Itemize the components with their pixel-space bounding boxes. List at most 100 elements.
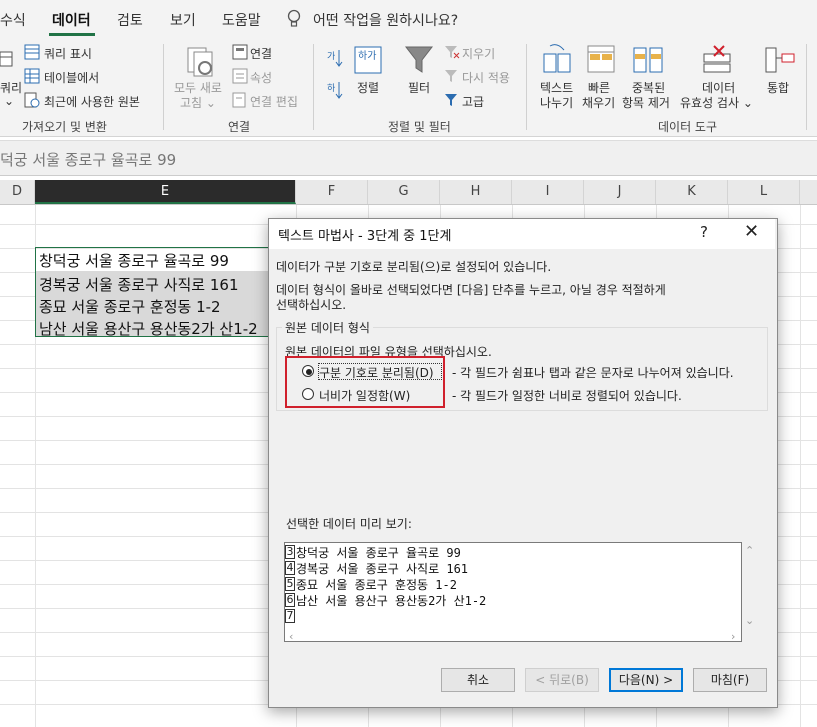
group-divider: [163, 44, 164, 130]
clear-button[interactable]: 지우기: [462, 45, 495, 62]
tab-formulas[interactable]: 수식: [0, 10, 26, 30]
dialog-title: 텍스트 마법사 - 3단계 중 1단계: [278, 229, 452, 244]
sort-dialog-icon: 하가: [354, 46, 382, 77]
sort-za-icon[interactable]: 하: [326, 80, 344, 103]
consolidate-button[interactable]: 통합: [767, 79, 789, 96]
column-header-h[interactable]: H: [440, 180, 512, 204]
data-validation-icon: [702, 44, 734, 79]
radio-selected-dot: [306, 369, 312, 375]
column-header-d[interactable]: D: [0, 180, 35, 204]
tab-data[interactable]: 데이터: [52, 10, 91, 30]
recent-sources-button[interactable]: 최근에 사용한 원본: [44, 93, 140, 110]
preview-label: 선택한 데이터 미리 보기:: [286, 517, 412, 531]
svg-text:하: 하: [327, 83, 336, 94]
preview-row-number: 7: [285, 609, 295, 623]
tab-view[interactable]: 보기: [170, 10, 196, 30]
column-header-i[interactable]: I: [512, 180, 584, 204]
refresh-all-dropdown[interactable]: 고침 ⌄: [180, 94, 216, 111]
lightbulb-icon: [286, 9, 302, 32]
group-label-get-transform: 가져오기 및 변환: [22, 120, 107, 134]
column-header-f[interactable]: F: [296, 180, 368, 204]
preview-row-text: 남산 서울 용산구 용산동2가 산1-2: [296, 594, 487, 608]
cell-e4[interactable]: 경복궁 서울 종로구 사직로 161: [39, 274, 295, 295]
radio-delimited-description: - 각 필드가 쉼표나 탭과 같은 문자로 나누어져 있습니다.: [452, 366, 734, 380]
from-table-button[interactable]: 테이블에서: [44, 69, 99, 86]
radio-delimited[interactable]: [302, 365, 314, 377]
active-tab-indicator: [49, 33, 95, 36]
scroll-right-icon[interactable]: ›: [731, 630, 735, 643]
remove-duplicates-icon: [632, 44, 664, 79]
table-icon: [24, 68, 40, 87]
group-divider: [526, 44, 527, 130]
flash-fill-icon: [586, 44, 616, 79]
radio-delimited-label[interactable]: 구분 기호로 분리됨(D): [319, 364, 434, 381]
tell-me-search[interactable]: 어떤 작업을 원하시나요?: [313, 10, 458, 30]
cell-e6[interactable]: 남산 서울 용산구 용산동2가 산1-2: [39, 318, 268, 339]
preview-row-text: 창덕궁 서울 종로구 율곡로 99: [296, 546, 461, 560]
group-label-sort-filter: 정렬 및 필터: [388, 120, 451, 134]
close-icon[interactable]: ✕: [744, 221, 759, 242]
chevron-down-icon: ⌄: [4, 94, 15, 108]
help-icon[interactable]: ?: [700, 223, 708, 241]
advanced-filter-icon: [444, 92, 460, 111]
dialog-info-line3: 선택하십시오.: [276, 298, 347, 312]
text-to-columns-icon: [542, 44, 572, 79]
preview-row-text: 종묘 서울 종로구 훈정동 1-2: [296, 578, 457, 592]
consolidate-icon: [764, 44, 796, 79]
column-header-l[interactable]: L: [728, 180, 800, 204]
svg-text:하가: 하가: [358, 49, 376, 62]
advanced-button[interactable]: 고급: [462, 93, 484, 110]
column-header-g[interactable]: G: [368, 180, 440, 204]
reapply-button[interactable]: 다시 적용: [462, 69, 510, 86]
sort-button[interactable]: 정렬: [357, 79, 379, 96]
cell-e3[interactable]: 창덕궁 서울 종로구 율곡로 99: [39, 250, 295, 271]
properties-button[interactable]: 속성: [250, 69, 272, 86]
scroll-down-icon[interactable]: ⌄: [745, 614, 754, 627]
column-header-j[interactable]: J: [584, 180, 656, 204]
preview-row-number: 6: [285, 593, 295, 607]
group-title: 원본 데이터 형식: [282, 319, 373, 336]
text-to-columns-label-2: 나누기: [540, 96, 574, 110]
sort-az-icon[interactable]: 가: [326, 48, 344, 71]
show-queries-button[interactable]: 쿼리 표시: [44, 45, 92, 62]
column-header-k[interactable]: K: [656, 180, 728, 204]
group-label-connections: 연결: [228, 120, 251, 134]
tab-review[interactable]: 검토: [117, 10, 143, 30]
column-header-e[interactable]: E: [35, 180, 296, 204]
cell-e5[interactable]: 종묘 서울 종로구 훈정동 1-2: [39, 296, 295, 317]
edit-links-button[interactable]: 연결 편집: [250, 93, 298, 110]
clear-filter-icon: [444, 44, 460, 63]
preview-row-number: 5: [285, 577, 295, 591]
data-validation-dropdown[interactable]: 유효성 검사 ⌄: [680, 94, 753, 111]
preview-row-text: 경복궁 서울 종로구 사직로 161: [296, 562, 469, 576]
tab-help[interactable]: 도움말: [222, 10, 261, 30]
radio-fixed-width-description: - 각 필드가 일정한 너비로 정렬되어 있습니다.: [452, 389, 682, 403]
preview-row-number: 3: [285, 545, 295, 559]
group-label-data-tools: 데이터 도구: [658, 120, 718, 134]
properties-icon: [232, 68, 248, 87]
refresh-all-icon: [186, 46, 216, 81]
radio-fixed-width-label[interactable]: 너비가 일정함(W): [319, 387, 410, 404]
preview-row-number: 4: [285, 561, 295, 575]
cancel-button[interactable]: 취소: [441, 668, 515, 692]
svg-text:가: 가: [327, 51, 335, 62]
scroll-up-icon[interactable]: ⌃: [745, 544, 754, 557]
dialog-info-line1: 데이터가 구분 기호로 분리됨(으)로 설정되어 있습니다.: [276, 260, 552, 274]
group-divider: [806, 44, 807, 130]
next-button[interactable]: 다음(N) >: [609, 668, 683, 692]
scroll-left-icon[interactable]: ‹: [289, 630, 293, 643]
reapply-icon: [444, 68, 460, 87]
back-button[interactable]: < 뒤로(B): [525, 668, 599, 692]
finish-button[interactable]: 마침(F): [693, 668, 767, 692]
flash-fill-label-2: 채우기: [582, 96, 616, 110]
radio-fixed-width[interactable]: [302, 388, 314, 400]
connections-button[interactable]: 연결: [250, 45, 272, 62]
formula-bar-content[interactable]: 덕궁 서울 종로구 율곡로 99: [0, 149, 176, 170]
connections-icon: [232, 44, 248, 63]
show-queries-icon: [24, 44, 40, 63]
edit-links-icon: [232, 92, 248, 111]
filter-button[interactable]: 필터: [408, 79, 430, 96]
remove-duplicates-label-2: 항목 제거: [622, 96, 670, 110]
group-divider: [313, 44, 314, 130]
recent-sources-icon: [24, 92, 40, 111]
